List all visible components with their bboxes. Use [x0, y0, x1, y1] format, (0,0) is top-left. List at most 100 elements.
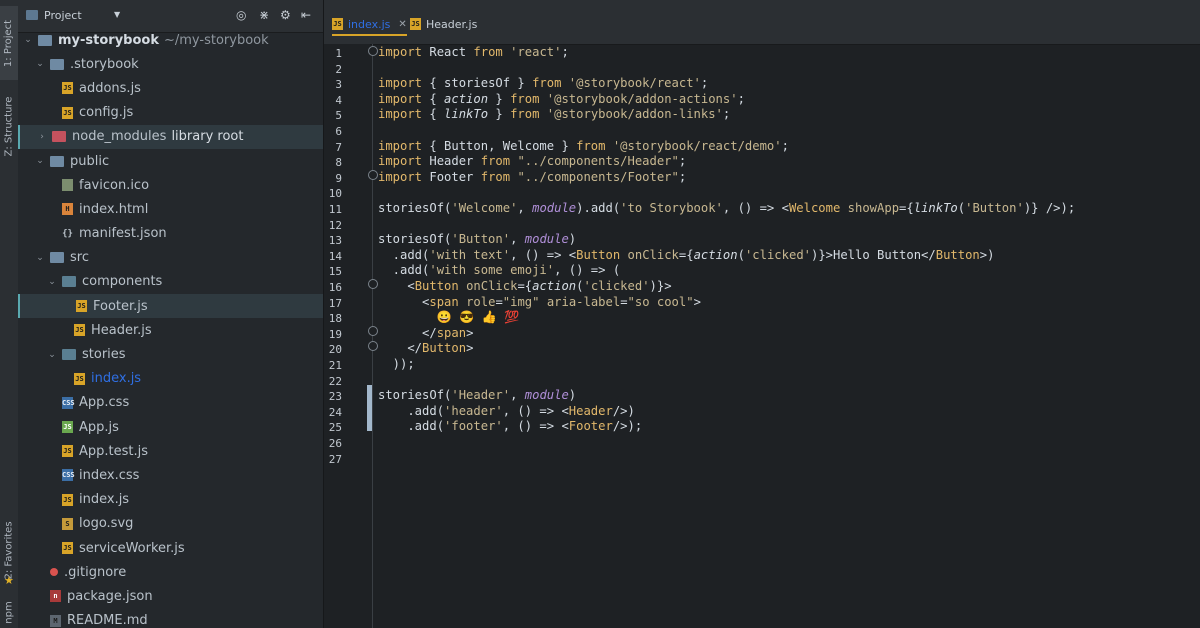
code-line[interactable]: import { action } from '@storybook/addon…: [378, 92, 745, 108]
svg-file-icon: S: [62, 517, 73, 530]
fold-marker-icon[interactable]: [368, 326, 378, 336]
tree-item[interactable]: ⌄ my-storybook ~/my-storybook: [18, 28, 323, 52]
tree-item[interactable]: Hindex.html: [18, 197, 323, 221]
code-line[interactable]: .add('with text', () => <Button onClick=…: [378, 248, 995, 264]
vcs-change-marker: [367, 385, 372, 431]
tree-item-label: Footer.js: [93, 298, 148, 314]
code-line[interactable]: import React from 'react';: [378, 45, 569, 61]
fold-marker-icon[interactable]: [368, 170, 378, 180]
tree-item[interactable]: .gitignore: [18, 560, 323, 584]
chevron-down-icon[interactable]: ⌄: [22, 35, 34, 45]
line-number: 17: [328, 296, 342, 310]
html-file-icon: H: [62, 203, 73, 216]
tree-item[interactable]: ⌄ public: [18, 149, 323, 173]
tree-item-label: index.css: [79, 467, 140, 483]
fold-marker-icon[interactable]: [368, 341, 378, 351]
tree-item-label: public: [70, 153, 110, 169]
code-line[interactable]: .add('with some emoji', () => (: [378, 263, 621, 279]
tree-item[interactable]: JS index.js: [18, 488, 323, 512]
code-line[interactable]: 😀 😎 👍 💯: [378, 310, 520, 326]
editor-tab-header-js[interactable]: JS Header.js: [410, 14, 477, 34]
npm-tool-tab[interactable]: npm: [0, 598, 18, 626]
tree-item-label: my-storybook: [58, 32, 159, 48]
line-number: 22: [328, 374, 342, 388]
js-file-icon: JS: [332, 18, 343, 30]
tree-item-label: index.js: [91, 371, 142, 387]
line-number: 4: [335, 93, 342, 107]
chevron-down-icon[interactable]: ⌄: [46, 350, 58, 360]
line-number: 2: [335, 62, 342, 76]
tree-item[interactable]: ⌄ .storybook: [18, 52, 323, 76]
tree-item[interactable]: JS Footer.js: [18, 294, 323, 319]
code-line[interactable]: import { linkTo } from '@storybook/addon…: [378, 107, 730, 123]
js-file-icon: JS: [62, 106, 73, 119]
tree-item[interactable]: JS addons.js: [18, 76, 323, 100]
code-line[interactable]: import { Button, Welcome } from '@storyb…: [378, 139, 789, 155]
line-number: 11: [328, 203, 342, 216]
folder-icon: [38, 34, 52, 46]
code-line[interactable]: storiesOf('Button', module): [378, 232, 576, 248]
tree-item[interactable]: M README.md: [18, 609, 323, 628]
project-view-selector[interactable]: Project: [44, 9, 82, 22]
tree-item-label: package.json: [67, 588, 153, 604]
tree-item[interactable]: favicon.ico: [18, 173, 323, 197]
locate-target-icon[interactable]: ◎: [236, 8, 246, 22]
line-number: 1: [335, 47, 342, 60]
code-line[interactable]: <Button onClick={action('clicked')}>: [378, 279, 671, 295]
fold-marker-icon[interactable]: [368, 279, 378, 289]
tree-item[interactable]: JS App.test.js: [18, 439, 323, 463]
tree-item[interactable]: JS index.js: [18, 367, 323, 391]
code-line[interactable]: import Header from "../components/Header…: [378, 154, 686, 170]
hide-panel-icon[interactable]: ⇤: [301, 8, 311, 22]
gutter-divider: [372, 44, 373, 628]
js-file-icon: JS: [74, 372, 85, 385]
collapse-all-icon[interactable]: ⋇: [259, 8, 269, 22]
tree-item[interactable]: JS Header.js: [18, 318, 323, 342]
code-line[interactable]: .add('footer', () => <Footer/>);: [378, 419, 642, 435]
chevron-down-icon[interactable]: ▼: [114, 10, 120, 19]
tree-item[interactable]: › node_modules library root: [18, 124, 323, 149]
fold-marker-icon[interactable]: [368, 46, 378, 56]
project-tool-tab[interactable]: 1: Project: [0, 6, 18, 80]
tree-item[interactable]: CSS App.css: [18, 391, 323, 415]
tree-item[interactable]: n package.json: [18, 584, 323, 608]
code-line[interactable]: import { storiesOf } from '@storybook/re…: [378, 76, 708, 92]
tree-item[interactable]: CSS index.css: [18, 463, 323, 487]
chevron-down-icon[interactable]: ⌄: [34, 253, 46, 263]
tree-item[interactable]: {} manifest.json: [18, 222, 323, 246]
code-line[interactable]: .add('header', () => <Header/>): [378, 404, 635, 420]
tree-item[interactable]: JS serviceWorker.js: [18, 536, 323, 560]
tree-item-label: index.html: [79, 201, 149, 217]
chevron-right-icon[interactable]: ›: [36, 132, 48, 142]
tree-item-label: manifest.json: [79, 226, 167, 242]
line-number: 7: [335, 140, 342, 154]
chevron-down-icon[interactable]: ⌄: [46, 277, 58, 287]
code-line[interactable]: storiesOf('Welcome', module).add('to Sto…: [378, 201, 1075, 217]
code-line[interactable]: storiesOf('Header', module): [378, 388, 576, 404]
tree-item-label: .storybook: [70, 56, 139, 72]
code-line[interactable]: ));: [378, 357, 415, 373]
tree-item[interactable]: ⌄ src: [18, 246, 323, 270]
code-line[interactable]: </Button>: [378, 341, 473, 357]
git-file-icon: [50, 568, 58, 577]
tree-item[interactable]: Slogo.svg: [18, 512, 323, 536]
code-line[interactable]: import Footer from "../components/Footer…: [378, 170, 686, 186]
tree-item[interactable]: JS config.js: [18, 101, 323, 125]
folder-icon: [62, 349, 76, 361]
js-file-icon: JS: [76, 300, 87, 313]
line-number: 3: [335, 78, 342, 92]
close-tab-icon[interactable]: ✕: [398, 19, 406, 30]
tree-item[interactable]: JS App.js: [18, 415, 323, 439]
structure-tool-tab[interactable]: Z: Structure: [0, 86, 18, 166]
tree-item-label: App.test.js: [79, 443, 149, 459]
project-panel: Project ▼ ◎ ⋇ ⚙ ⇤ ⌄ my-storybook ~/my-stor…: [18, 0, 324, 628]
editor-tab-index-js[interactable]: JS index.js ✕: [332, 14, 407, 36]
chevron-down-icon[interactable]: ⌄: [34, 156, 46, 166]
tree-item[interactable]: ⌄ components: [18, 270, 323, 294]
code-line[interactable]: <span role="img" aria-label="so cool">: [378, 295, 701, 311]
tree-item[interactable]: ⌄ stories: [18, 342, 323, 366]
code-line[interactable]: </span>: [378, 326, 473, 342]
settings-gear-icon[interactable]: ⚙: [280, 8, 291, 22]
chevron-down-icon[interactable]: ⌄: [34, 59, 46, 69]
folder-icon: [52, 131, 66, 143]
